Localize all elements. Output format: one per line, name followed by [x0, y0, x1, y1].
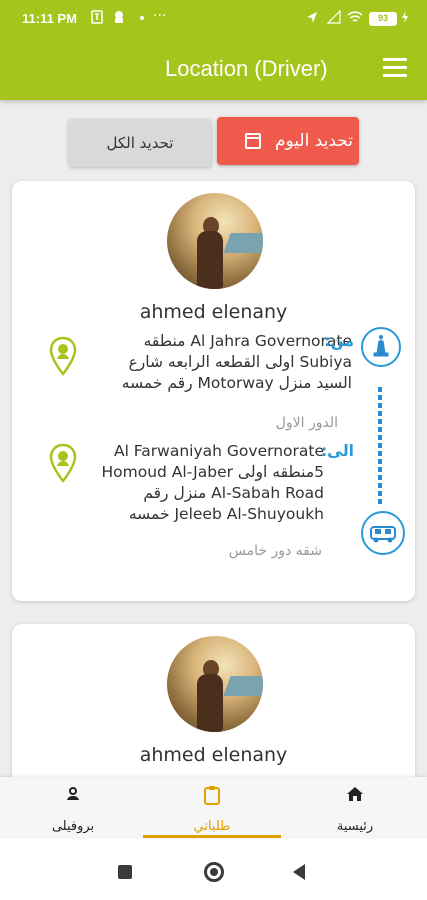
nav-orders-label: طلباتي — [193, 819, 231, 834]
android-icon — [112, 10, 126, 27]
charging-icon — [400, 10, 410, 27]
status-time: 11:11 PM — [22, 11, 77, 26]
battery-indicator: 93 — [369, 12, 397, 26]
to-note: شقه دور خامس — [228, 543, 322, 559]
order-card[interactable]: ahmed elenany Al Jahra Governorate منطقه… — [12, 181, 415, 601]
hamburger-menu-icon[interactable] — [383, 58, 407, 78]
active-tab-indicator — [143, 835, 281, 838]
clipboard-icon — [203, 785, 221, 805]
person-icon — [64, 785, 82, 803]
nav-profile[interactable]: بروفيلى — [18, 777, 128, 839]
from-address: Al Jahra Governorate منطقه Subiya اولى ا… — [121, 332, 352, 392]
app-bar: Location (Driver) — [0, 36, 427, 100]
nav-home[interactable]: رئيسية — [300, 777, 410, 839]
usb-icon — [90, 10, 104, 27]
driver-avatar — [167, 193, 263, 289]
to-address: Al Farwaniyah Governorate 5منطقه اولى Ho… — [101, 442, 324, 523]
home-icon — [346, 785, 364, 803]
nav-orders[interactable]: طلباتي — [143, 777, 281, 839]
page-title: Location (Driver) — [165, 56, 328, 81]
driver-name: ahmed elenany — [139, 301, 288, 323]
from-tag: من: — [324, 332, 354, 350]
home-button-icon[interactable] — [204, 862, 224, 882]
select-today-label: تحديد اليوم — [274, 131, 353, 151]
route-line — [378, 387, 382, 507]
status-bar: 11:11 PM ··· 93 — [0, 0, 427, 36]
driver-name: ahmed elenany — [139, 744, 288, 766]
calendar-icon — [245, 133, 261, 149]
more-icon: ··· — [153, 8, 167, 24]
from-note: الدور الاول — [275, 415, 338, 431]
select-today-button[interactable]: تحديد اليوم — [217, 117, 359, 165]
select-all-button[interactable]: تحديد الكل — [68, 119, 212, 167]
destination-car-icon — [361, 511, 405, 555]
nav-profile-label: بروفيلى — [51, 819, 95, 834]
system-navigation-bar — [0, 839, 427, 900]
nav-home-label: رئيسية — [336, 819, 374, 834]
bottom-navigation: رئيسية طلباتي بروفيلى — [0, 777, 427, 839]
signal-icon — [325, 9, 341, 27]
back-icon[interactable] — [293, 864, 305, 880]
driver-avatar — [167, 636, 263, 732]
map-pin-icon — [48, 443, 78, 484]
recents-icon[interactable] — [118, 865, 132, 879]
location-icon — [305, 10, 319, 27]
wifi-icon — [347, 10, 363, 27]
origin-tower-icon — [361, 327, 401, 367]
to-tag: الى: — [320, 442, 354, 460]
notification-dot-icon — [138, 10, 146, 27]
map-pin-icon — [48, 336, 78, 377]
